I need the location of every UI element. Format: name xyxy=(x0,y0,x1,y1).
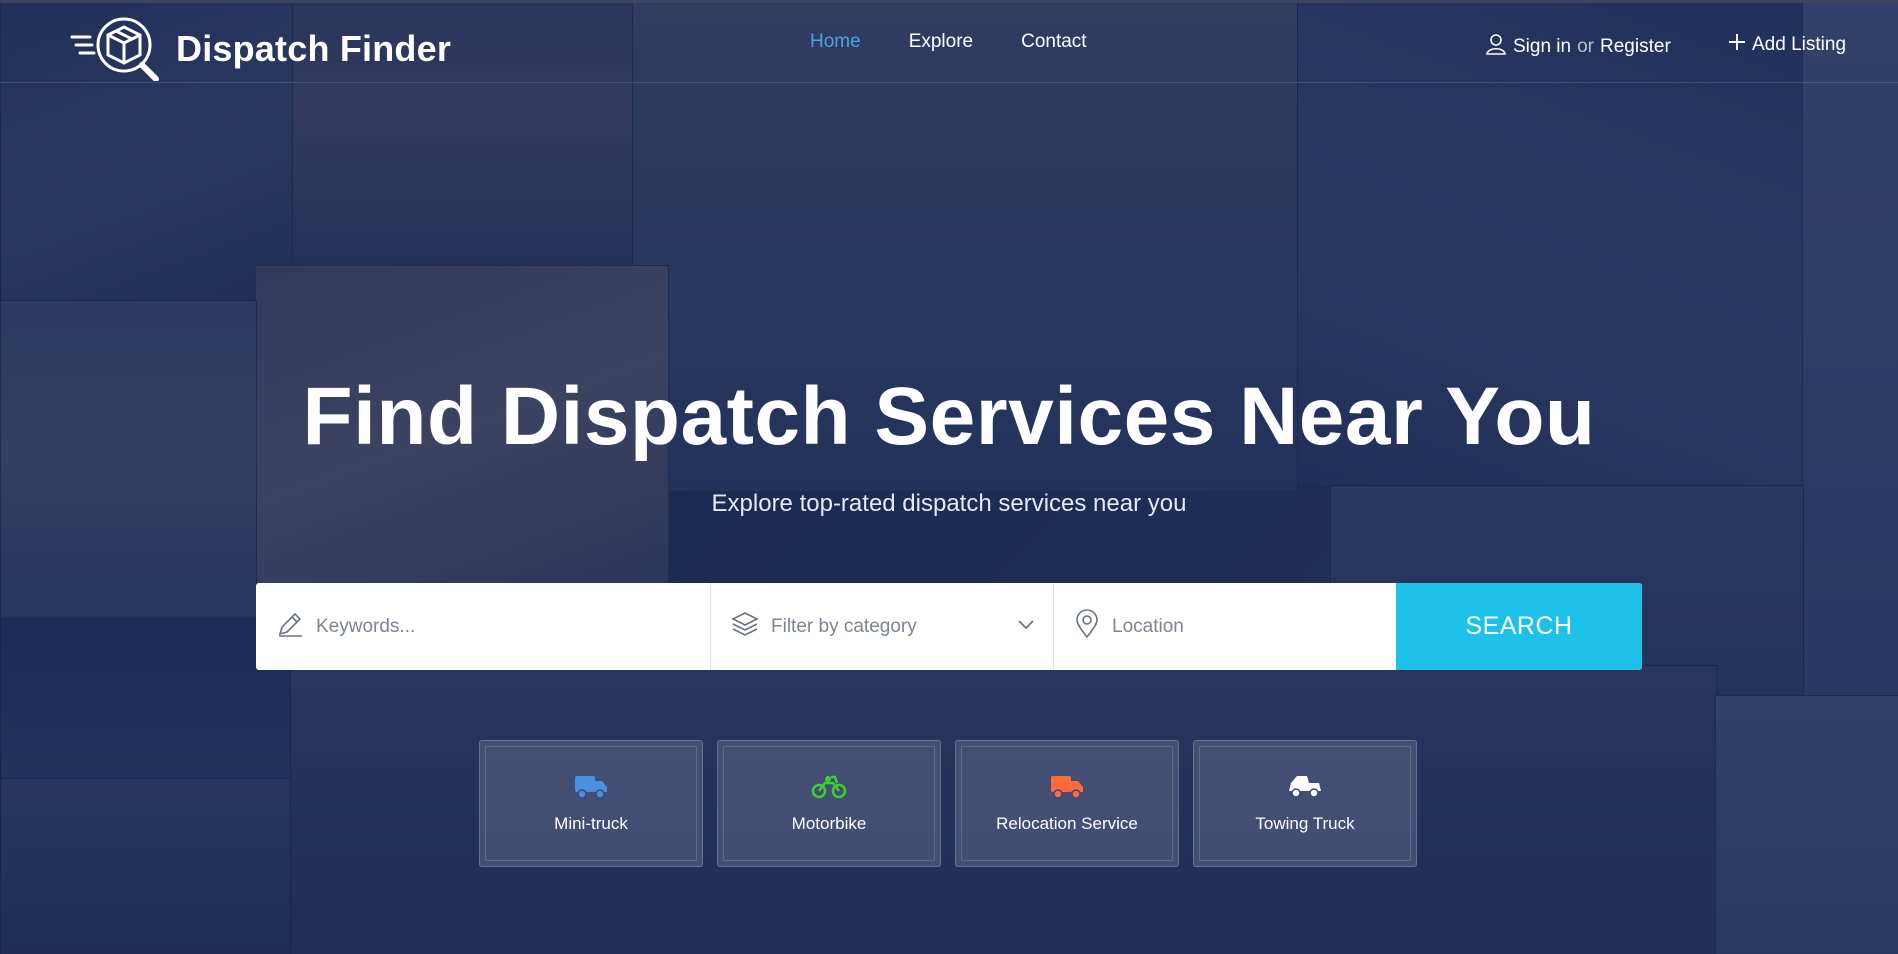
layers-icon xyxy=(731,610,759,643)
location-input[interactable]: Location xyxy=(1112,616,1184,638)
hero-title: Find Dispatch Services Near You xyxy=(302,371,1596,462)
motorbike-icon xyxy=(811,773,847,804)
main-nav: Home Explore Contact xyxy=(810,31,1087,53)
account-links: Sign in or Register xyxy=(1485,33,1671,61)
category-label: Motorbike xyxy=(791,814,867,833)
category-towing-truck[interactable]: Towing Truck xyxy=(1193,740,1417,867)
brand-name: Dispatch Finder xyxy=(176,27,452,69)
search-bar: Keywords... Filter by category Location … xyxy=(256,583,1642,670)
category-tiles: Mini-truck Motorbike Relocation Service … xyxy=(479,740,1417,867)
nav-home[interactable]: Home xyxy=(810,31,861,53)
category-label: Relocation Service xyxy=(996,814,1138,833)
category-motorbike[interactable]: Motorbike xyxy=(717,740,941,867)
category-relocation-service[interactable]: Relocation Service xyxy=(955,740,1179,867)
category-label: Towing Truck xyxy=(1255,814,1355,833)
register-link[interactable]: Register xyxy=(1600,36,1671,58)
site-header: Dispatch Finder Home Explore Contact Sig… xyxy=(0,0,1898,83)
category-label: Mini-truck xyxy=(554,814,628,833)
plus-icon xyxy=(1728,33,1746,57)
user-icon xyxy=(1485,33,1507,61)
location-field[interactable]: Location xyxy=(1054,583,1396,670)
map-pin-icon xyxy=(1074,609,1100,644)
sign-in-link[interactable]: Sign in xyxy=(1513,36,1571,58)
keywords-input[interactable]: Keywords... xyxy=(316,616,415,638)
hero-subtitle: Explore top-rated dispatch services near… xyxy=(711,490,1187,517)
add-listing-label: Add Listing xyxy=(1752,34,1847,55)
add-listing-button[interactable]: Add Listing xyxy=(1728,33,1846,57)
logo-icon xyxy=(70,11,168,86)
keywords-field[interactable]: Keywords... xyxy=(256,583,711,670)
brand-logo[interactable]: Dispatch Finder xyxy=(70,11,451,86)
category-select[interactable]: Filter by category xyxy=(711,583,1054,670)
category-placeholder: Filter by category xyxy=(771,615,917,637)
nav-explore[interactable]: Explore xyxy=(909,31,973,53)
truck-icon xyxy=(574,773,608,804)
search-button[interactable]: SEARCH xyxy=(1396,583,1642,670)
pencil-icon xyxy=(276,610,304,643)
tow-truck-icon xyxy=(1287,773,1323,804)
nav-contact[interactable]: Contact xyxy=(1021,31,1086,53)
category-mini-truck[interactable]: Mini-truck xyxy=(479,740,703,867)
moving-truck-icon xyxy=(1050,773,1084,804)
chevron-down-icon xyxy=(1017,618,1035,636)
or-text: or xyxy=(1577,36,1595,57)
